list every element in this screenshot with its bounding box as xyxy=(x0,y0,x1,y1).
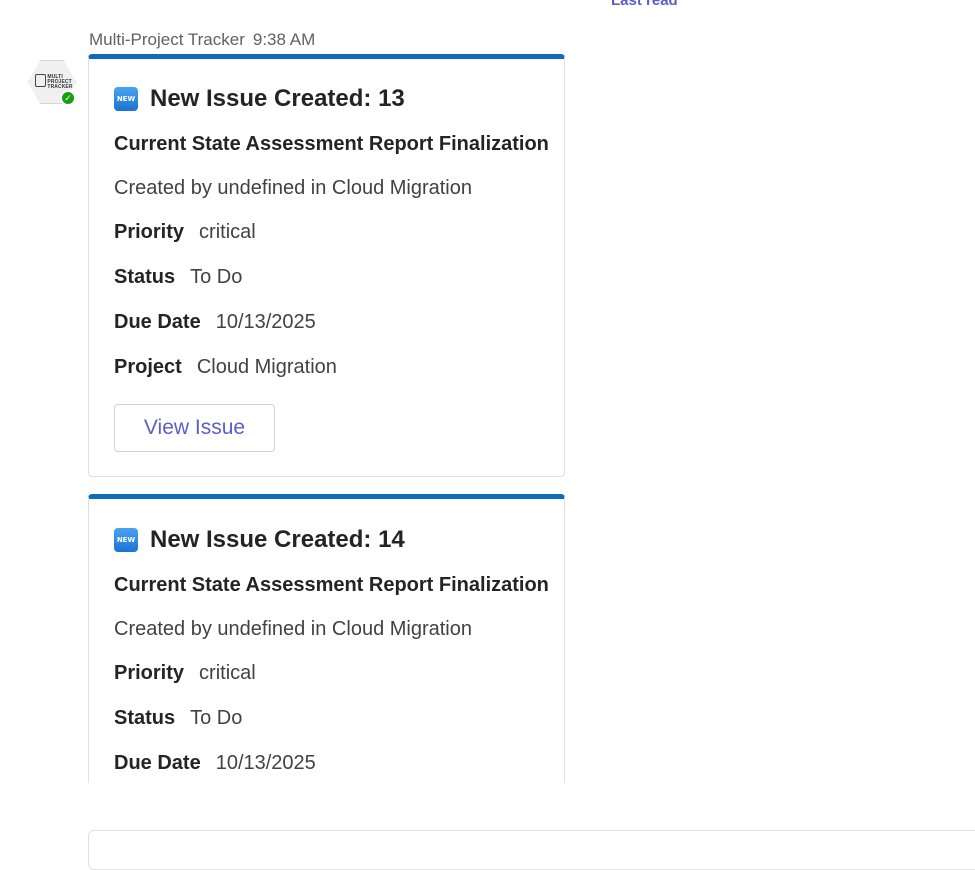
fact-value: To Do xyxy=(190,266,243,288)
fact-priority: Priority critical xyxy=(114,662,256,685)
new-icon: NEW xyxy=(114,528,138,552)
avatar-label-line: TRACKER xyxy=(47,83,73,90)
card-title-text: New Issue Created: 13 xyxy=(150,85,405,112)
avatar-label: MULTI PROJECT TRACKER xyxy=(47,74,73,90)
new-icon: NEW xyxy=(114,87,138,111)
fact-priority: Priority critical xyxy=(114,221,256,244)
fact-value: 10/13/2025 xyxy=(215,311,316,333)
fact-key: Status xyxy=(114,707,176,729)
message-time: 9:38 AM xyxy=(252,30,316,49)
fact-key: Priority xyxy=(114,662,185,684)
bot-avatar[interactable]: MULTI PROJECT TRACKER ✓ xyxy=(28,60,76,106)
fact-status: Status To Do xyxy=(114,266,242,289)
fact-key: Status xyxy=(114,266,176,288)
fact-value: To Do xyxy=(190,707,243,729)
fact-status: Status To Do xyxy=(114,707,242,730)
message-header: Multi-Project Tracker 9:38 AM xyxy=(89,30,315,50)
presence-available-icon: ✓ xyxy=(60,90,76,106)
fact-project: Project Cloud Migration xyxy=(114,356,337,379)
created-by-text: Created by undefined in Cloud Migration xyxy=(114,618,472,640)
fact-value: 10/13/2025 xyxy=(215,752,316,774)
fact-value: Cloud Migration xyxy=(196,356,337,378)
fact-due-date: Due Date 10/13/2025 xyxy=(114,311,316,334)
fact-key: Due Date xyxy=(114,311,201,333)
view-issue-button[interactable]: View Issue xyxy=(114,404,275,452)
last-read-divider: Last read xyxy=(611,0,678,9)
fact-key: Project xyxy=(114,356,182,378)
fact-key: Priority xyxy=(114,221,185,243)
issue-name: Current State Assessment Report Finaliza… xyxy=(114,574,549,596)
issue-name: Current State Assessment Report Finaliza… xyxy=(114,133,549,155)
issue-card: NEW New Issue Created: 14 Current State … xyxy=(88,494,565,794)
clipboard-check-icon xyxy=(35,74,46,87)
issue-card: NEW New Issue Created: 13 Current State … xyxy=(88,54,565,477)
compose-box[interactable] xyxy=(88,830,975,870)
sender-name: Multi-Project Tracker xyxy=(89,30,245,49)
card-title-text: New Issue Created: 14 xyxy=(150,526,405,553)
fact-due-date: Due Date 10/13/2025 xyxy=(114,752,316,775)
card-title: NEW New Issue Created: 14 xyxy=(114,526,405,554)
fact-value: critical xyxy=(199,662,256,684)
card-title: NEW New Issue Created: 13 xyxy=(114,85,405,113)
fact-value: critical xyxy=(199,221,256,243)
created-by-text: Created by undefined in Cloud Migration xyxy=(114,177,472,199)
fact-key: Due Date xyxy=(114,752,201,774)
